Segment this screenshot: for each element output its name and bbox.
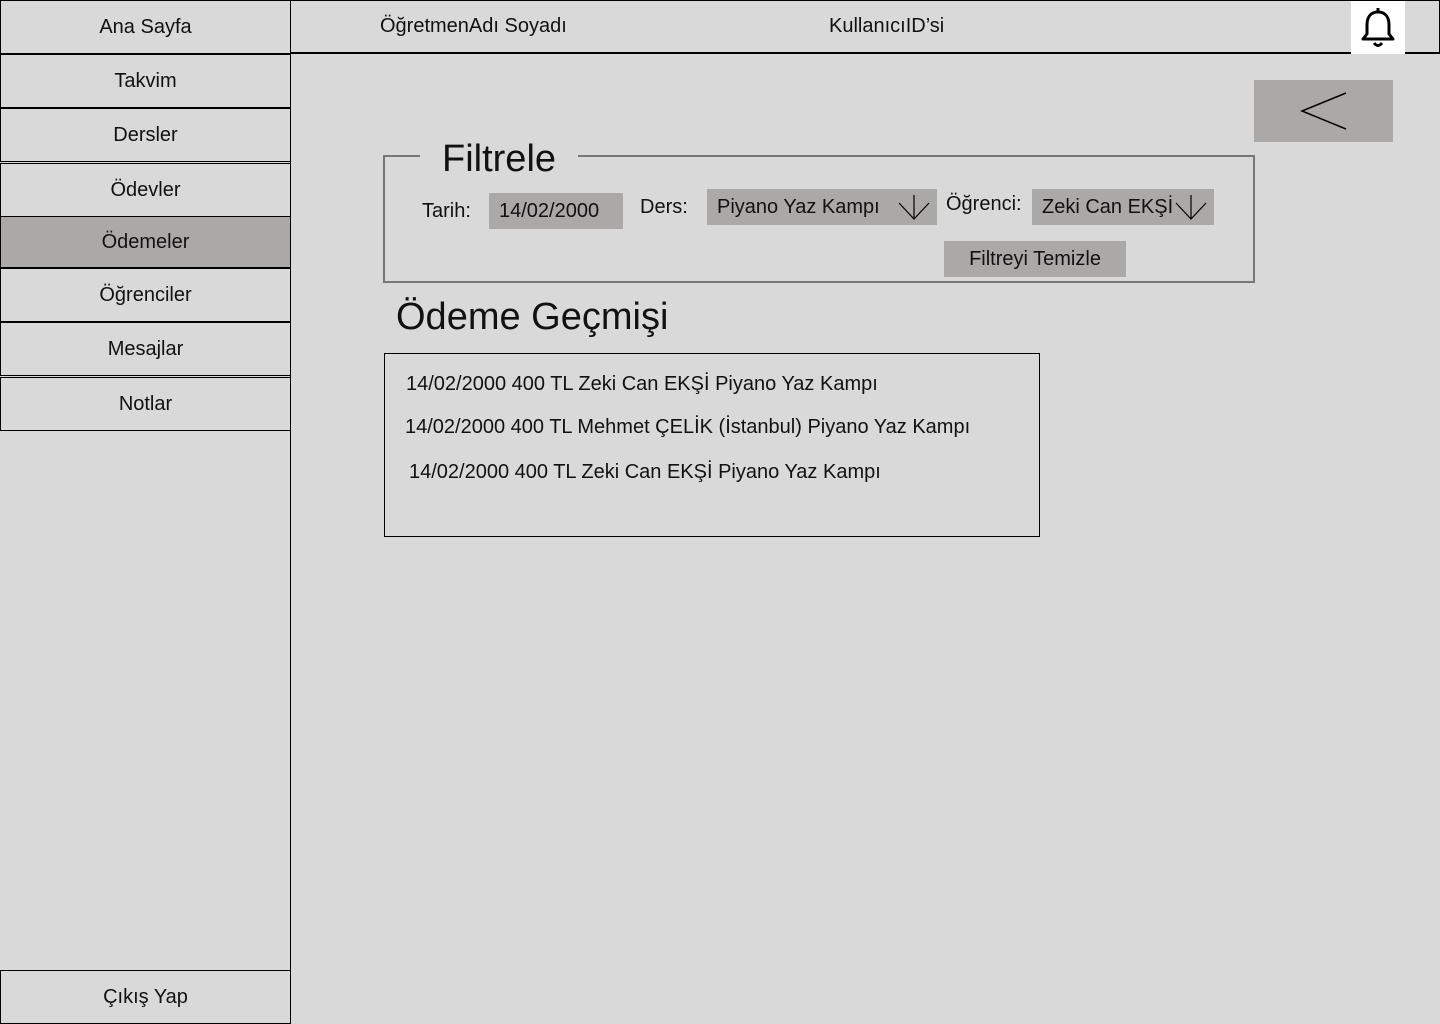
arrow-down-icon	[898, 195, 930, 220]
student-label: Öğrenci:	[946, 193, 1022, 215]
clear-filter-button[interactable]: Filtreyi Temizle	[944, 241, 1126, 277]
course-label: Ders:	[640, 196, 688, 218]
sidebar-item-label: Ödevler	[110, 178, 181, 201]
sidebar-item-payments[interactable]: Ödemeler	[0, 216, 291, 268]
bell-icon	[1361, 7, 1395, 47]
notifications-button[interactable]	[1351, 1, 1405, 54]
logout-button[interactable]: Çıkış Yap	[0, 970, 291, 1024]
sidebar-item-label: Mesajlar	[107, 337, 184, 360]
logout-label: Çıkış Yap	[103, 985, 188, 1008]
teacher-name: ÖğretmenAdı Soyadı	[380, 15, 567, 37]
history-title: Ödeme Geçmişi	[396, 296, 669, 338]
clear-filter-label: Filtreyi Temizle	[969, 247, 1101, 270]
sidebar-item-label: Dersler	[113, 123, 178, 146]
student-value: Zeki Can EKŞİ	[1042, 195, 1174, 218]
student-dropdown[interactable]: Zeki Can EKŞİ	[1032, 189, 1214, 225]
top-header: ÖğretmenAdı Soyadı KullanıcıID’si	[290, 0, 1440, 54]
sidebar-item-label: Öğrenciler	[99, 283, 192, 306]
user-id: KullanıcıID’si	[829, 15, 945, 37]
sidebar-item-calendar[interactable]: Takvim	[0, 54, 291, 108]
sidebar-item-label: Ana Sayfa	[99, 15, 192, 38]
back-button[interactable]	[1254, 80, 1393, 142]
sidebar-item-label: Takvim	[114, 69, 177, 92]
sidebar-item-homework[interactable]: Ödevler	[0, 163, 291, 217]
arrow-down-icon	[1175, 195, 1207, 220]
sidebar-item-messages[interactable]: Mesajlar	[0, 322, 291, 376]
list-item: 14/02/2000 400 TL Zeki Can EKŞİ Piyano Y…	[409, 461, 881, 483]
filter-title: Filtrele	[420, 136, 579, 182]
date-label: Tarih:	[422, 200, 471, 222]
list-item: 14/02/2000 400 TL Zeki Can EKŞİ Piyano Y…	[406, 373, 878, 395]
date-value: 14/02/2000	[499, 199, 600, 222]
sidebar-item-home[interactable]: Ana Sayfa	[0, 0, 291, 54]
date-field[interactable]: 14/02/2000	[489, 193, 623, 229]
sidebar-item-students[interactable]: Öğrenciler	[0, 268, 291, 322]
course-dropdown[interactable]: Piyano Yaz Kampı	[707, 189, 937, 225]
sidebar-item-notes[interactable]: Notlar	[0, 377, 291, 431]
list-item: 14/02/2000 400 TL Mehmet ÇELİK (İstanbul…	[405, 416, 971, 438]
sidebar-item-lessons[interactable]: Dersler	[0, 108, 291, 162]
sidebar-item-label: Ödemeler	[101, 230, 190, 253]
sidebar-item-label: Notlar	[118, 392, 173, 415]
course-value: Piyano Yaz Kampı	[717, 195, 880, 218]
chevron-left-icon	[1299, 92, 1346, 130]
